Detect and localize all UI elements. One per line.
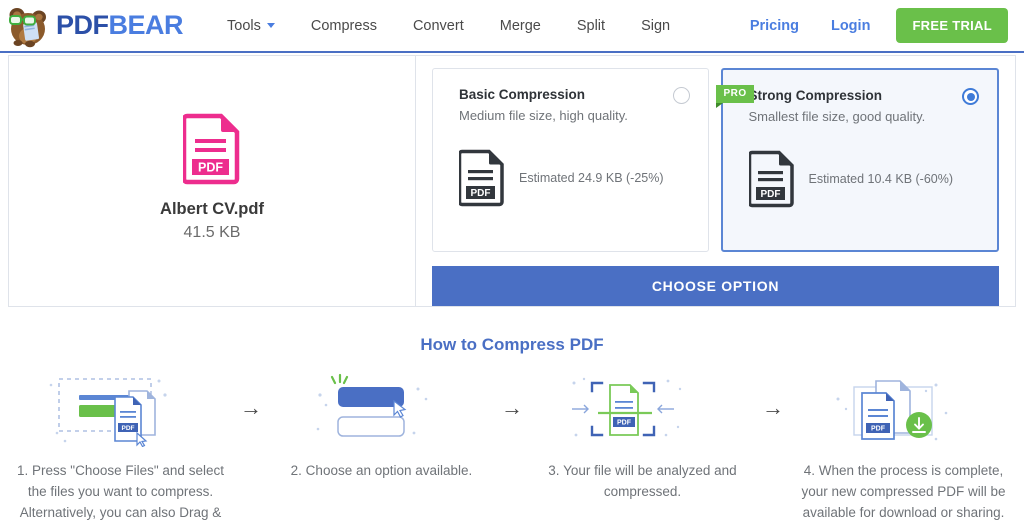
step-2-illustration [302,369,462,447]
pdf-file-icon-dark: PDF [748,150,794,208]
option-basic-estimate-row: PDF Estimated 24.9 KB (-25%) [459,149,688,207]
nav-item-split[interactable]: Split [559,12,623,40]
how-to-steps: PDF 1. Press "Choose Files" and select t… [0,369,1024,524]
file-preview-panel: PDF Albert CV.pdf 41.5 KB [9,56,416,306]
how-to-step-2: 2. Choose an option available. [271,369,492,482]
nav-item-merge[interactable]: Merge [482,12,559,40]
option-basic-estimate: Estimated 24.9 KB (-25%) [519,171,664,185]
svg-text:PDF: PDF [121,425,134,432]
option-basic-title: Basic Compression [459,87,586,102]
upload-files-icon: PDF [49,378,167,447]
compression-options-panel: Basic Compression Medium file size, high… [416,56,1015,306]
step-arrow-1: → [240,395,262,420]
option-card-strong[interactable]: PRO Strong Compression Smallest file siz… [715,68,999,253]
nav-label-tools: Tools [227,17,261,34]
free-trial-button[interactable]: FREE TRIAL [896,8,1008,43]
how-to-title: How to Compress PDF [420,335,604,354]
how-to-step-4: PDF 4. When the process is complete, you… [793,369,1014,524]
brand-logo[interactable]: PDFBEAR [6,3,184,49]
choose-option-button[interactable]: CHOOSE OPTION [432,266,999,306]
pro-badge: PRO [715,85,754,108]
bear-logo-icon [9,7,46,47]
step-1-illustration: PDF [41,369,201,447]
step-3-text: 3. Your file will be analyzed and compre… [548,463,737,499]
svg-text:PDF: PDF [198,160,223,174]
chevron-down-icon [266,23,275,28]
step-arrow-3: → [762,395,784,420]
step-1-text: 1. Press "Choose Files" and select the f… [17,463,224,520]
svg-text:PDF: PDF [760,189,780,200]
option-strong-subtitle: Smallest file size, good quality. [748,109,926,124]
brand-bear-text: BEAR [108,10,184,40]
download-ready-icon: PDF [836,380,947,441]
step-4-text: 4. When the process is complete, your ne… [801,463,1006,520]
login-link[interactable]: Login [815,12,886,40]
compress-card: PDF Albert CV.pdf 41.5 KB Basic Compress… [8,55,1016,307]
main-nav: Tools Compress Convert Merge Split Sign [209,12,688,40]
nav-item-tools[interactable]: Tools [209,12,293,40]
choose-option-icon [316,373,427,437]
pdf-file-icon-pink: PDF [181,113,240,184]
option-strong-title: Strong Compression [748,88,883,103]
how-to-step-3: PDF 3. Your file will be analyzed and co… [532,369,753,503]
step-2-text: 2. Choose an option available. [290,463,473,478]
svg-text:PDF: PDF [471,188,491,199]
svg-text:PDF: PDF [871,426,886,433]
compression-option-list: Basic Compression Medium file size, high… [432,68,999,253]
radio-basic-compression[interactable] [672,87,690,104]
how-to-section: How to Compress PDF PDF 1. Press "Choose… [0,307,1024,524]
radio-strong-compression[interactable] [962,88,979,105]
how-to-step-1: PDF 1. Press "Choose Files" and select t… [10,369,231,524]
nav-item-sign[interactable]: Sign [623,12,688,40]
brand-pdf-text: PDF [56,10,109,40]
pricing-link[interactable]: Pricing [734,12,815,40]
nav-item-compress[interactable]: Compress [293,12,395,40]
header-actions: Pricing Login FREE TRIAL [734,8,1008,43]
analyze-compress-icon: PDF [571,377,681,437]
svg-text:PDF: PDF [617,420,632,427]
option-strong-estimate-row: PDF Estimated 10.4 KB (-60%) [748,150,978,208]
option-strong-estimate: Estimated 10.4 KB (-60%) [808,172,954,186]
file-size-label: 41.5 KB [183,223,241,241]
brand-wordmark: PDFBEAR [56,10,184,40]
pdf-file-icon-dark: PDF [459,149,504,207]
option-basic-subtitle: Medium file size, high quality. [459,108,628,123]
file-name-label: Albert CV.pdf [160,199,264,218]
nav-item-convert[interactable]: Convert [395,12,482,40]
step-3-illustration: PDF [558,369,728,447]
option-card-basic[interactable]: Basic Compression Medium file size, high… [432,68,709,253]
step-arrow-2: → [501,395,523,420]
site-header: PDFBEAR Tools Compress Convert Merge Spl… [0,0,1024,53]
step-4-illustration: PDF [824,369,984,447]
file-pdf-icon: PDF [181,113,241,190]
